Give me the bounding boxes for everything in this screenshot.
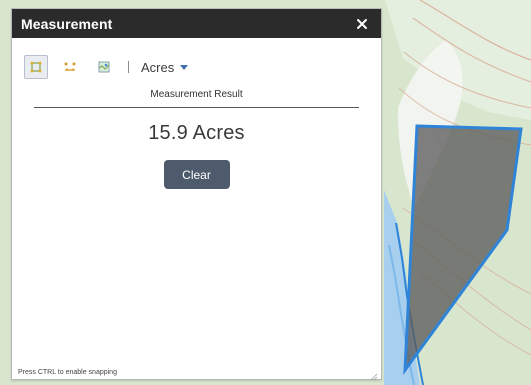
toolbar-separator xyxy=(128,61,129,73)
snapping-hint: Press CTRL to enable snapping xyxy=(18,369,117,376)
chevron-down-icon xyxy=(180,65,189,70)
area-icon xyxy=(30,61,42,73)
result-label: Measurement Result xyxy=(150,89,243,100)
result-divider xyxy=(34,107,359,108)
resize-icon xyxy=(370,373,378,381)
clear-button[interactable]: Clear xyxy=(163,160,230,189)
clear-button-wrapper: Clear xyxy=(12,160,381,189)
area-tool-button[interactable] xyxy=(24,55,48,79)
distance-tool-button[interactable] xyxy=(58,55,82,79)
location-icon xyxy=(98,61,110,73)
close-button[interactable] xyxy=(354,16,370,32)
measurement-widget: Measurement Acres Measurement Result 15.… xyxy=(11,8,382,381)
distance-icon xyxy=(64,62,76,71)
app-viewport: Measurement Acres Measurement Result 15.… xyxy=(0,0,531,385)
location-tool-button[interactable] xyxy=(92,55,116,79)
widget-titlebar: Measurement xyxy=(12,9,381,38)
unit-selector[interactable]: Acres xyxy=(141,59,189,75)
close-icon xyxy=(357,18,367,29)
resize-handle[interactable] xyxy=(370,368,378,381)
measurement-toolbar: Acres xyxy=(12,48,381,86)
widget-title: Measurement xyxy=(21,15,113,32)
measurement-result: 15.9 Acres xyxy=(148,122,245,144)
unit-label: Acres xyxy=(141,59,175,75)
